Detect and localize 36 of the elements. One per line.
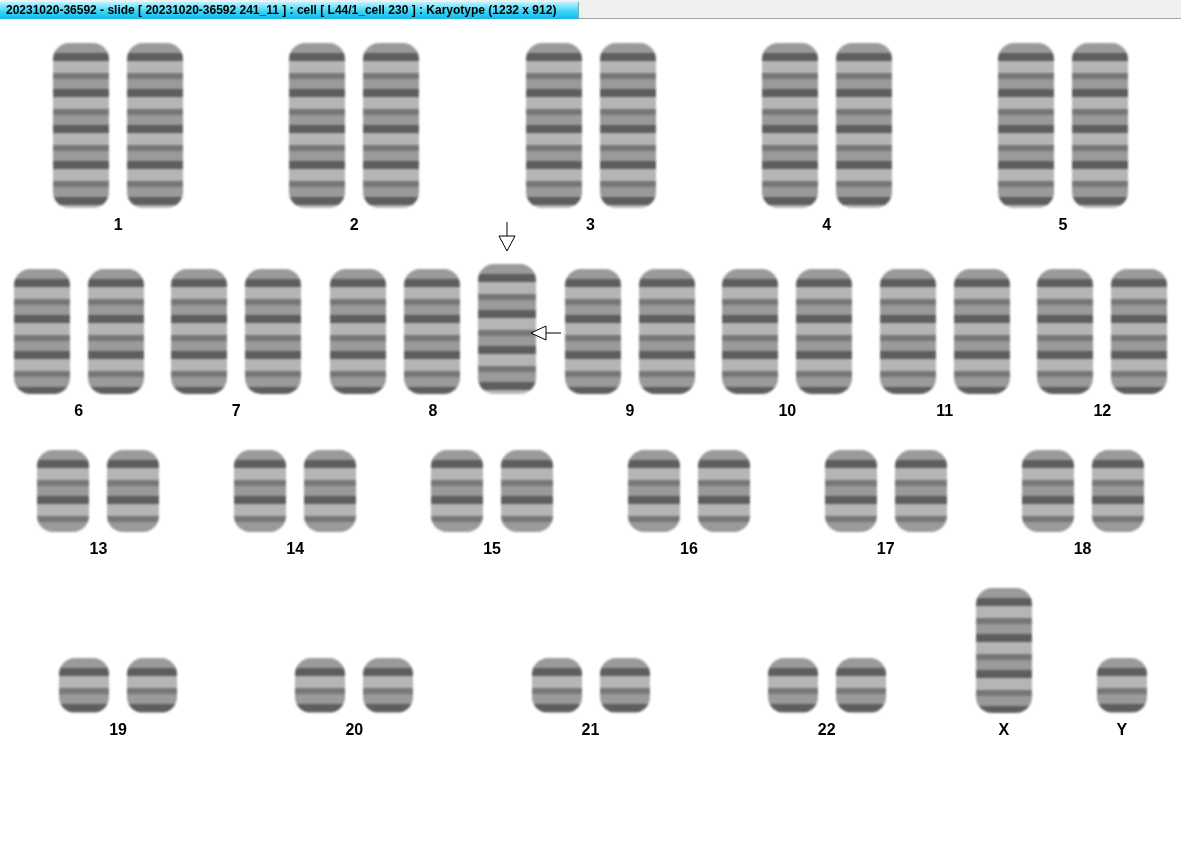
window-title: 20231020-36592 - slide [ 20231020-36592 241_11 ] : cell [ L44/1_cell 230 ] : Karyotype (1232 x 912)	[0, 2, 580, 19]
chromosome-number: 4	[822, 216, 832, 234]
chromosome-image	[835, 658, 886, 713]
chromosome-number: 8	[428, 402, 438, 420]
chromosome-image	[59, 658, 110, 713]
chromosome-number: 21	[581, 721, 600, 739]
chromosome-image	[599, 658, 650, 713]
chromosome-image	[127, 658, 178, 713]
down-arrow-icon	[498, 222, 517, 252]
chromosome-number: 17	[876, 540, 895, 558]
chromosome-number: 13	[89, 540, 108, 558]
chromosome-number: 11	[936, 402, 954, 420]
chromosome-number: 5	[1058, 216, 1068, 234]
chromosome-number: 15	[483, 540, 501, 558]
chromosome-number: 1	[113, 216, 123, 234]
chromosome-number: 22	[817, 721, 836, 739]
chromosome-number: 20	[345, 721, 364, 739]
chromosome-number: 19	[109, 721, 127, 739]
chromosome-image	[363, 658, 414, 713]
left-arrow-icon	[530, 325, 563, 341]
chromosome-number: Y	[1116, 721, 1128, 739]
chromosome-number: 10	[778, 402, 797, 420]
chromosome-number: 7	[231, 402, 241, 420]
chromosome-image	[1096, 658, 1147, 713]
chromosome-number: 18	[1073, 540, 1092, 558]
chromosome-number: 9	[625, 402, 635, 420]
chromosome-number: 2	[349, 216, 359, 234]
chromosome-number: 14	[286, 540, 305, 558]
chromosome-number: X	[998, 721, 1010, 739]
chromosome-image	[531, 658, 582, 713]
chromosome-number: 3	[586, 216, 595, 234]
chromosome-number: 16	[680, 540, 698, 558]
chromosome-number: 12	[1093, 402, 1112, 420]
chromosome-image	[295, 658, 346, 713]
chromosome-image	[767, 658, 818, 713]
chromosome-number: 6	[74, 402, 84, 420]
